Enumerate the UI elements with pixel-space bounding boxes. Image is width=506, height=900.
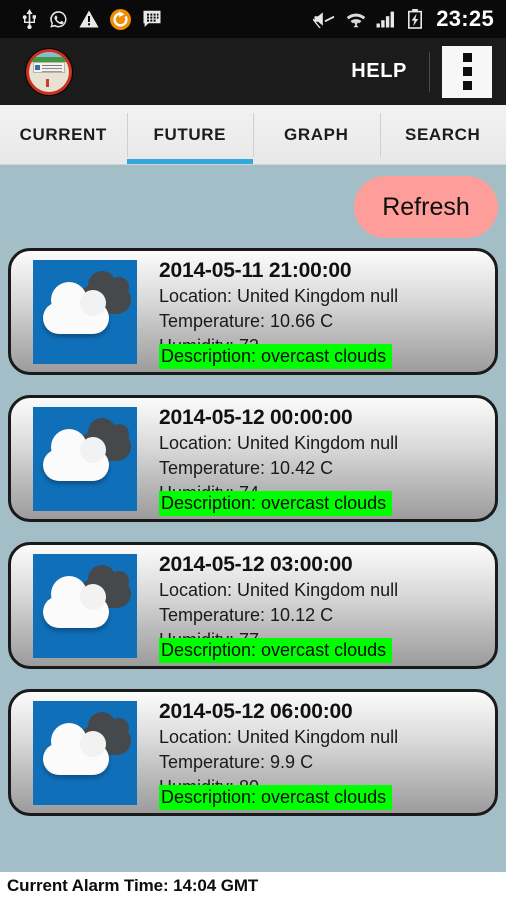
tab-future[interactable]: FUTURE (126, 105, 253, 164)
status-bar-clock: 23:25 (436, 6, 494, 31)
tab-graph[interactable]: GRAPH (253, 105, 380, 164)
app-logo-inner (29, 51, 69, 92)
usb-icon (21, 9, 38, 29)
battery-charging-icon (407, 9, 423, 29)
tab-current[interactable]: CURRENT (0, 105, 127, 164)
forecast-icon-wrap (11, 692, 159, 813)
whatsapp-icon (49, 10, 68, 29)
action-bar-divider (429, 51, 430, 92)
overcast-clouds-icon (33, 700, 137, 805)
forecast-list-container[interactable]: Refresh 2014-05-11 21:00:00 Location: Un… (0, 166, 506, 872)
forecast-description: Description: overcast clouds (159, 638, 393, 663)
forecast-temperature: Temperature: 10.66 C (159, 311, 334, 331)
forecast-location: Location: United Kingdom null (159, 433, 399, 453)
light-cloud-shape (43, 428, 109, 481)
app-logo-pin (46, 78, 49, 87)
app-logo-card (33, 61, 65, 73)
overflow-dot-3 (462, 81, 472, 90)
tab-search[interactable]: SEARCH (379, 105, 506, 164)
mute-icon (313, 10, 336, 28)
forecast-description: Description: overcast clouds (159, 344, 393, 369)
signal-icon (376, 10, 398, 28)
bbm-message-icon (142, 10, 162, 28)
wifi-icon (345, 10, 367, 28)
refresh-row: Refresh (0, 166, 506, 248)
phone-screen: 23:25 HELP CURRENT FUTURE GRAPH SEARCH R… (0, 0, 506, 900)
forecast-card-body: 2014-05-11 21:00:00 Location: United Kin… (159, 251, 495, 372)
overflow-menu-icon[interactable] (442, 45, 492, 98)
action-bar: HELP (0, 38, 506, 105)
forecast-description: Description: overcast clouds (159, 491, 393, 516)
overflow-dot-1 (462, 53, 472, 62)
status-bar: 23:25 (0, 0, 506, 38)
app-logo-icon[interactable] (26, 48, 72, 95)
forecast-icon-wrap (11, 251, 159, 372)
app-logo-lines (42, 64, 62, 66)
app-logo-square (35, 64, 40, 70)
forecast-icon-wrap (11, 398, 159, 519)
help-button[interactable]: HELP (337, 54, 421, 89)
forecast-card[interactable]: 2014-05-12 03:00:00 Location: United Kin… (8, 542, 498, 669)
tab-current-label: CURRENT (19, 124, 107, 144)
forecast-datetime: 2014-05-12 06:00:00 (159, 700, 353, 723)
bottom-status-bar: Current Alarm Time: 14:04 GMT (0, 872, 506, 900)
tab-bar: CURRENT FUTURE GRAPH SEARCH (0, 105, 506, 165)
overflow-dot-2 (462, 67, 472, 76)
overcast-clouds-icon (33, 259, 137, 364)
tab-graph-label: GRAPH (284, 124, 349, 144)
status-bar-notifications (21, 8, 162, 30)
forecast-location: Location: United Kingdom null (159, 727, 399, 747)
refresh-button[interactable]: Refresh (354, 176, 498, 238)
tab-search-label: SEARCH (405, 124, 481, 144)
overcast-clouds-icon (33, 553, 137, 658)
forecast-temperature: Temperature: 9.9 C (159, 752, 314, 772)
forecast-icon-wrap (11, 545, 159, 666)
forecast-temperature: Temperature: 10.42 C (159, 458, 334, 478)
status-bar-system: 23:25 (313, 6, 494, 32)
forecast-location: Location: United Kingdom null (159, 580, 399, 600)
forecast-card-body: 2014-05-12 03:00:00 Location: United Kin… (159, 545, 495, 666)
forecast-card[interactable]: 2014-05-12 06:00:00 Location: United Kin… (8, 689, 498, 816)
forecast-card-body: 2014-05-12 00:00:00 Location: United Kin… (159, 398, 495, 519)
light-cloud-shape (43, 575, 109, 628)
forecast-card[interactable]: 2014-05-12 00:00:00 Location: United Kin… (8, 395, 498, 522)
forecast-location: Location: United Kingdom null (159, 286, 399, 306)
forecast-datetime: 2014-05-12 00:00:00 (159, 406, 353, 429)
light-cloud-shape (43, 281, 109, 334)
forecast-datetime: 2014-05-12 03:00:00 (159, 553, 353, 576)
overcast-clouds-icon (33, 406, 137, 511)
light-cloud-shape (43, 722, 109, 775)
forecast-temperature: Temperature: 10.12 C (159, 605, 334, 625)
sync-icon (110, 8, 131, 30)
forecast-card-body: 2014-05-12 06:00:00 Location: United Kin… (159, 692, 495, 813)
forecast-card[interactable]: 2014-05-11 21:00:00 Location: United Kin… (8, 248, 498, 375)
forecast-description: Description: overcast clouds (159, 785, 393, 810)
tab-future-label: FUTURE (153, 124, 227, 144)
warning-icon (79, 10, 99, 28)
current-alarm-time: Current Alarm Time: 14:04 GMT (7, 876, 259, 895)
forecast-datetime: 2014-05-11 21:00:00 (159, 259, 352, 282)
